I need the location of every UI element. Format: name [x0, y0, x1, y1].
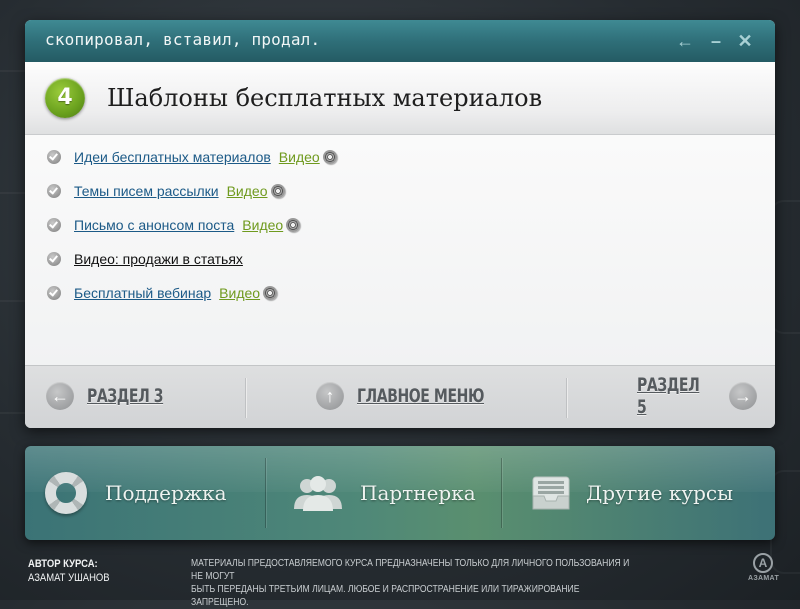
author-logo: A АЗАМАТ	[748, 553, 780, 582]
author-label: АВТОР КУРСА:	[28, 558, 98, 570]
section-navigation: ← Раздел 3 ↑ Главное меню Раздел 5 →	[25, 365, 775, 428]
material-link[interactable]: Темы писем рассылки	[74, 183, 219, 199]
lifebuoy-icon	[45, 472, 87, 514]
film-reel-icon[interactable]	[286, 218, 301, 232]
arrow-right-icon: →	[729, 382, 757, 410]
divider	[245, 378, 246, 418]
disclaimer-line: БЫТЬ ПЕРЕДАНЫ ТРЕТЬИМ ЛИЦАМ. ЛЮБОЕ И РАС…	[191, 584, 580, 608]
material-link[interactable]: Видео: продажи в статьях	[74, 251, 243, 267]
next-section-label: Раздел 5	[637, 374, 700, 418]
video-link[interactable]: Видео	[242, 217, 283, 233]
main-menu-button[interactable]: ↑ Главное меню	[316, 381, 512, 411]
divider	[566, 378, 567, 418]
check-icon	[47, 286, 61, 300]
film-reel-icon[interactable]	[270, 184, 285, 198]
check-icon	[47, 218, 61, 232]
section-header: 4 Шаблоны бесплатных материалов	[25, 62, 775, 135]
close-icon[interactable]: ✕	[735, 31, 755, 51]
main-window: скопировал, вставил, продал. ← – ✕ 4 Шаб…	[25, 20, 775, 428]
window-title: скопировал, вставил, продал.	[45, 30, 321, 49]
section-number-badge: 4	[45, 78, 85, 118]
materials-list: Идеи бесплатных материалов Видео Темы пи…	[25, 135, 775, 365]
support-label: Поддержка	[105, 481, 227, 505]
arrow-up-icon: ↑	[316, 382, 344, 410]
logo-text: АЗАМАТ	[748, 575, 780, 582]
video-link[interactable]: Видео	[219, 285, 260, 301]
divider	[501, 458, 502, 528]
material-link[interactable]: Идеи бесплатных материалов	[74, 149, 271, 165]
author-name: АЗАМАТ УШАНОВ	[28, 572, 110, 584]
list-item: Бесплатный вебинар Видео	[47, 283, 278, 303]
partner-button[interactable]: Партнерка	[290, 446, 476, 540]
bottom-bar: Поддержка Партнерка Другие курсы	[25, 446, 775, 540]
logo-a-icon: A	[753, 553, 773, 573]
arrow-left-icon: ←	[46, 382, 74, 410]
disclaimer: МАТЕРИАЛЫ ПРЕДОСТАВЛЯЕМОГО КУРСА ПРЕДНАЗ…	[191, 557, 638, 609]
film-reel-icon[interactable]	[322, 150, 337, 164]
title-bar: скопировал, вставил, продал. ← – ✕	[25, 20, 775, 63]
prev-section-button[interactable]: ← Раздел 3	[46, 381, 180, 411]
minimize-icon[interactable]: –	[706, 31, 726, 51]
support-button[interactable]: Поддержка	[45, 446, 227, 540]
users-icon	[294, 476, 342, 511]
check-icon	[47, 184, 61, 198]
disclaimer-line: МАТЕРИАЛЫ ПРЕДОСТАВЛЯЕМОГО КУРСА ПРЕДНАЗ…	[191, 558, 630, 582]
film-reel-icon[interactable]	[263, 286, 278, 300]
other-courses-label: Другие курсы	[586, 481, 734, 505]
list-item: Письмо с анонсом поста Видео	[47, 215, 301, 235]
divider	[265, 458, 266, 528]
video-link[interactable]: Видео	[279, 149, 320, 165]
other-courses-button[interactable]: Другие курсы	[530, 446, 733, 540]
partner-label: Партнерка	[360, 481, 476, 505]
check-icon	[47, 252, 61, 266]
list-item: Идеи бесплатных материалов Видео	[47, 147, 337, 167]
list-item: Темы писем рассылки Видео	[47, 181, 285, 201]
check-icon	[47, 150, 61, 164]
video-link[interactable]: Видео	[227, 183, 268, 199]
arrow-left-icon[interactable]: ←	[675, 31, 695, 51]
inbox-tray-icon	[532, 476, 570, 510]
list-item: Видео: продажи в статьях	[47, 249, 243, 269]
material-link[interactable]: Бесплатный вебинар	[74, 285, 211, 301]
author-block: АВТОР КУРСА: АЗАМАТ УШАНОВ	[28, 557, 110, 585]
material-link[interactable]: Письмо с анонсом поста	[74, 217, 234, 233]
page-title: Шаблоны бесплатных материалов	[107, 84, 543, 112]
main-menu-label: Главное меню	[357, 385, 484, 407]
prev-section-label: Раздел 3	[87, 385, 164, 407]
next-section-button[interactable]: Раздел 5 →	[637, 374, 757, 418]
